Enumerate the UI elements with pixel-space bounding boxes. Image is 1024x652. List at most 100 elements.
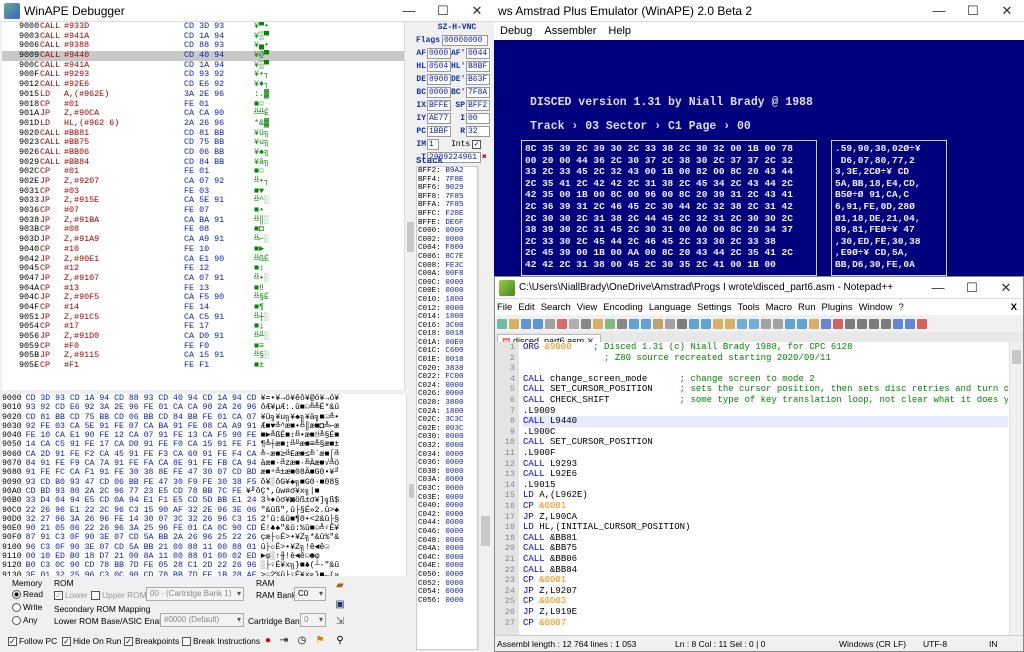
cpc-screen[interactable]: DISCED version 1.31 by Niall Brady @ 198… [494, 40, 1024, 280]
stack-list[interactable]: BFF2: B9A2 BFF4: 7F8E BFF6: 9029 BFF8: 7F85… [416, 166, 478, 650]
stack-row[interactable]: BFF2: B9A2 [417, 167, 477, 176]
code-line[interactable]: CALL change_screen_mode ; change screen … [523, 374, 1008, 385]
stack-row[interactable]: BFF8: 7F85 [417, 193, 477, 202]
memory-row[interactable]: 9080 91 FE FC CA F1 91 FE 30 38 8E FE 47 … [2, 468, 406, 477]
follow-pc-checkbox[interactable]: ✓ Follow PC [8, 636, 57, 647]
maximize-icon[interactable]: ☐ [956, 3, 990, 19]
close-icon[interactable]: ✕ [989, 280, 1023, 296]
register-value[interactable]: 32 [466, 125, 490, 137]
disassembly-list[interactable]: 9000 CALL #933D CD 3D 93 ¥▀• 9003 CALL #941A CD … [2, 22, 404, 390]
stack-row[interactable]: C008: FE3C [417, 262, 477, 271]
open-folder-icon[interactable]: ▰ [334, 580, 346, 592]
code-line[interactable]: CP &0007 [523, 618, 1008, 629]
stack-row[interactable]: BFFE: DE6F [417, 219, 477, 228]
hide-on-run-checkbox[interactable]: ✓ Hide On Run [62, 636, 121, 647]
code-line[interactable]: JP Z,L90CA [523, 512, 1008, 523]
stack-scrollbar[interactable] [478, 166, 492, 650]
stack-row[interactable]: C01C: C600 [417, 347, 477, 356]
cartridge-bank-select[interactable]: 0 [300, 613, 326, 627]
save-macro-icon[interactable] [881, 318, 891, 329]
stack-row[interactable]: C00E: 0000 [417, 287, 477, 296]
minimize-icon[interactable]: — [922, 3, 956, 18]
replace-icon[interactable] [653, 318, 663, 329]
lower-rom-select[interactable]: #0000 (Default) [160, 613, 244, 627]
folder-icon[interactable] [809, 318, 819, 329]
all-chars-icon[interactable] [737, 318, 747, 329]
im-value[interactable]: 1 [427, 138, 439, 150]
redo-icon[interactable] [629, 318, 639, 329]
notepad-menu-item[interactable]: Macro [766, 302, 792, 313]
save-icon[interactable] [521, 318, 531, 329]
stop-icon[interactable] [845, 318, 855, 329]
disasm-row[interactable]: 905E CP #F1 FE F1 ■± [2, 360, 404, 371]
memory-row[interactable]: 9060 CA 2D 91 FE F2 CA 45 91 FE F3 CA 60 … [2, 450, 406, 459]
notepad-menu-item[interactable]: Language [649, 302, 691, 313]
minimize-icon[interactable]: — [392, 3, 426, 18]
stack-row[interactable]: C042: 0000 [417, 511, 477, 520]
undo-icon[interactable] [617, 318, 627, 329]
code-line[interactable]: CALL L9293 [523, 459, 1008, 470]
notepad-menu-item[interactable]: Settings [697, 302, 731, 313]
code-line[interactable]: CP &0001 [523, 575, 1008, 586]
notepad-menu-item[interactable]: Plugins [821, 302, 852, 313]
emulator-menu-debug[interactable]: Debug [500, 25, 532, 37]
run-to-icon[interactable]: ⇥ [278, 635, 290, 647]
sync-h-icon[interactable] [701, 318, 711, 329]
stack-row[interactable]: C056: 0000 [417, 597, 477, 606]
disassembly-scrollbar[interactable] [404, 22, 416, 390]
code-line[interactable]: CALL &BB75 [523, 543, 1008, 554]
memory-row[interactable]: 9120 B0 C3 0C 90 CD 78 BB 7D FE 05 28 C1 … [2, 561, 406, 570]
notepad-menu-item[interactable]: File [497, 302, 512, 313]
register-value[interactable]: 0000 [427, 86, 451, 98]
wrap-icon[interactable] [713, 318, 723, 329]
stack-row[interactable]: C044: 0000 [417, 519, 477, 528]
stack-row[interactable]: C00A: 00F8 [417, 270, 477, 279]
emulator-menu-help[interactable]: Help [608, 25, 631, 37]
code-line[interactable]: .L9009 [523, 406, 1008, 417]
memory-row[interactable]: 9010 93 92 CD E6 92 3A 2E 96 FE 01 CA CA … [2, 403, 406, 412]
stack-row[interactable]: C02C: 3C3C [417, 416, 477, 425]
step-icon[interactable]: ⚑ [314, 635, 326, 647]
maximize-icon[interactable]: ☐ [426, 3, 460, 19]
maximize-icon[interactable]: ☐ [955, 280, 989, 296]
code-line[interactable]: JP Z,L9207 [523, 586, 1008, 597]
stack-row[interactable]: C018: 0018 [417, 330, 477, 339]
play-multi-icon[interactable] [869, 318, 879, 329]
code-line[interactable]: .L9015 [523, 480, 1008, 491]
memory-row[interactable]: 9070 84 91 FE F9 CA 7A 91 FE FA CA 8E 91 … [2, 459, 406, 468]
stack-row[interactable]: C01E: 0018 [417, 356, 477, 365]
open-icon[interactable] [509, 318, 519, 329]
code-line[interactable]: CALL L92E6 [523, 469, 1008, 480]
stack-row[interactable]: C034: 0000 [417, 451, 477, 460]
code-line[interactable]: CALL SET_CURSOR_POSITION ; sets the curs… [523, 384, 1008, 395]
code-line[interactable]: CALL &BB84 [523, 565, 1008, 576]
doc-map-icon[interactable] [785, 318, 795, 329]
stack-row[interactable]: C028: 3800 [417, 399, 477, 408]
notepad-titlebar[interactable]: C:\Users\NiallBrady\OneDrive\Amstrad\Pro… [495, 277, 1023, 299]
export-icon[interactable]: ⇲ [334, 616, 346, 628]
memory-row[interactable]: 90B0 33 D4 04 94 E5 CD 0A 94 E1 F1 E5 CD … [2, 496, 406, 505]
run2-icon[interactable] [905, 318, 915, 329]
code-line[interactable]: ORG &9000 ; Disced 1.31 (c) Niall Brady … [523, 342, 1008, 353]
record-icon[interactable] [833, 318, 843, 329]
stack-row[interactable]: C012: 0000 [417, 305, 477, 314]
breakpoints-checkbox[interactable]: ✓ Breakpoints [124, 636, 179, 647]
register-value[interactable]: 00 [466, 112, 490, 124]
code-line[interactable]: CP &0001 [523, 501, 1008, 512]
memory-row[interactable]: 90D0 32 27 96 3A 26 96 FE 14 30 07 3C 32 … [2, 515, 406, 524]
stack-row[interactable]: BFFA: 7F85 [417, 201, 477, 210]
stack-row[interactable]: C040: 0000 [417, 502, 477, 511]
stack-row[interactable]: C050: 0000 [417, 571, 477, 580]
stack-row[interactable]: C014: 1800 [417, 313, 477, 322]
editor-scrollbar[interactable] [1009, 342, 1023, 635]
func-list-icon[interactable] [797, 318, 807, 329]
stack-row[interactable]: C036: 0000 [417, 459, 477, 468]
code-line[interactable]: CALL &BB06 [523, 554, 1008, 565]
guide-icon[interactable] [749, 318, 759, 329]
notepad-menu-item[interactable]: Encoding [603, 302, 643, 313]
stack-row[interactable]: C032: 0000 [417, 442, 477, 451]
memory-row[interactable]: 9110 00 10 ED B0 18 D7 21 00 8A 11 00 88 … [2, 552, 406, 561]
code-line[interactable] [523, 363, 1008, 374]
stack-row[interactable]: C002: 0000 [417, 236, 477, 245]
upper-rom-select[interactable]: 00 - (Cartridge Bank 1) [146, 587, 244, 601]
